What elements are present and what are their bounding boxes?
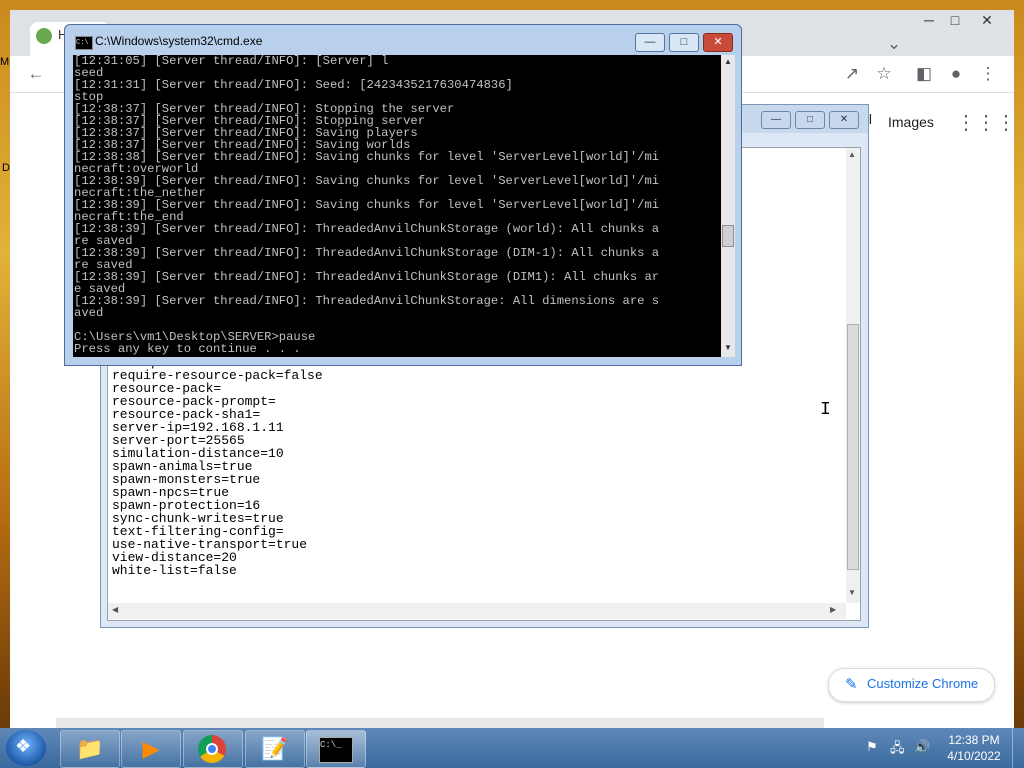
chrome-minimize-button[interactable]: ─ xyxy=(916,10,942,30)
google-apps-icon[interactable]: ⋮⋮⋮ xyxy=(956,110,1016,135)
taskbar-cmd[interactable]: C:\_ xyxy=(306,730,366,768)
console-text: [12:31:05] [Server thread/INFO]: [Server… xyxy=(74,55,659,355)
left-edge-clip: M xyxy=(0,56,10,96)
ibeam-cursor-icon: I xyxy=(820,400,831,420)
folder-icon: 📁 xyxy=(76,736,104,761)
cmd-window: C:\ C:\Windows\system32\cmd.exe — □ ✕ [1… xyxy=(64,24,742,366)
cmd-minimize-button[interactable]: — xyxy=(635,33,665,52)
clock-date[interactable]: 4/10/2022 xyxy=(944,749,1004,763)
console-line: aved xyxy=(74,306,104,320)
taskbar: ❖ 📁 ▶ 📝 C:\_ ⚑ 🖧 🔊 12:38 PM 4/10/2022 xyxy=(0,728,1024,768)
notepad-minimize-button[interactable]: — xyxy=(761,111,791,129)
images-link[interactable]: Images xyxy=(888,114,934,130)
console-line: [12:38:39] [Server thread/INFO]: Threade… xyxy=(74,294,660,308)
taskbar-explorer[interactable]: 📁 xyxy=(60,730,120,768)
scroll-left-arrow-icon[interactable]: ◀ xyxy=(112,605,118,614)
cmd-scroll-thumb[interactable] xyxy=(722,225,734,247)
cmd-scroll-up-icon[interactable]: ▲ xyxy=(724,57,732,66)
cmd-app-icon: C:\ xyxy=(75,36,93,50)
media-player-icon: ▶ xyxy=(142,736,160,761)
cmd-window-title: C:\Windows\system32\cmd.exe xyxy=(95,34,263,48)
scroll-up-arrow-icon[interactable]: ▲ xyxy=(848,150,856,159)
scroll-down-arrow-icon[interactable]: ▼ xyxy=(848,588,856,597)
volume-icon[interactable]: 🔊 xyxy=(914,739,930,755)
cmd-close-button[interactable]: ✕ xyxy=(703,33,733,52)
cmd-taskbar-icon: C:\_ xyxy=(319,737,353,763)
cmd-maximize-button[interactable]: □ xyxy=(669,33,699,52)
bookmark-star-icon[interactable]: ☆ xyxy=(872,62,896,86)
start-button[interactable]: ❖ xyxy=(6,730,46,766)
menu-kebab-icon[interactable]: ⋮ xyxy=(976,62,1000,86)
notepad-close-button[interactable]: ✕ xyxy=(829,111,859,129)
server-properties-text: rcon.port=25575require-resource-pack=fal… xyxy=(112,356,323,577)
console-line: [12:38:39] [Server thread/INFO]: Threade… xyxy=(74,246,660,260)
properties-line: white-list=false xyxy=(112,563,237,578)
back-arrow-icon[interactable]: ← xyxy=(24,62,48,86)
taskbar-media-player[interactable]: ▶ xyxy=(121,730,181,768)
cmd-titlebar[interactable]: C:\ C:\Windows\system32\cmd.exe — □ ✕ xyxy=(65,25,741,53)
cmd-console-output[interactable]: [12:31:05] [Server thread/INFO]: [Server… xyxy=(73,55,721,357)
cmd-scroll-down-icon[interactable]: ▼ xyxy=(724,343,732,352)
notepad-horizontal-scrollbar[interactable]: ◀ ▶ xyxy=(108,603,846,619)
cmd-vertical-scrollbar[interactable]: ▲ ▼ xyxy=(721,55,735,357)
scroll-right-arrow-icon[interactable]: ▶ xyxy=(830,605,836,614)
chrome-bottom-strip xyxy=(56,718,824,728)
chrome-maximize-button[interactable]: □ xyxy=(942,10,968,30)
windows-logo-icon: ❖ xyxy=(15,736,32,756)
customize-chrome-button[interactable]: ✎ Customize Chrome xyxy=(828,668,995,702)
pencil-icon: ✎ xyxy=(845,676,858,693)
notepad-vertical-scrollbar[interactable]: ▲ ▼ xyxy=(846,148,860,603)
network-icon[interactable]: 🖧 xyxy=(890,739,905,761)
taskbar-chrome[interactable] xyxy=(183,730,243,768)
taskbar-notepad[interactable]: 📝 xyxy=(245,730,305,768)
console-line: [12:31:31] [Server thread/INFO]: Seed: [… xyxy=(74,78,513,92)
tab-favicon-icon xyxy=(36,28,52,44)
notepad-scroll-thumb[interactable] xyxy=(847,324,859,570)
left-edge-letter-m: M xyxy=(0,56,10,68)
console-line: Press any key to continue . . . xyxy=(74,342,301,356)
share-icon[interactable]: ↗ xyxy=(840,62,864,86)
clock-time[interactable]: 12:38 PM xyxy=(944,733,1004,747)
left-edge-letter-d: D xyxy=(2,162,10,174)
side-panel-icon[interactable]: ◧ xyxy=(912,62,936,86)
console-line: [12:31:05] [Server thread/INFO]: [Server… xyxy=(74,55,389,68)
tab-search-chevron-icon[interactable]: ⌄ xyxy=(882,32,906,56)
show-desktop-button[interactable] xyxy=(1012,728,1024,768)
chrome-icon xyxy=(198,735,226,763)
console-line: [12:38:39] [Server thread/INFO]: Threade… xyxy=(74,270,660,284)
notepad-maximize-button[interactable]: □ xyxy=(795,111,825,129)
action-center-flag-icon[interactable]: ⚑ xyxy=(866,739,878,755)
chrome-close-button[interactable]: ✕ xyxy=(974,10,1000,30)
console-line: [12:38:39] [Server thread/INFO]: Threade… xyxy=(74,222,660,236)
notepad-icon: 📝 xyxy=(261,736,289,761)
customize-chrome-label: Customize Chrome xyxy=(867,676,979,691)
profile-avatar-icon[interactable]: ● xyxy=(944,62,968,86)
